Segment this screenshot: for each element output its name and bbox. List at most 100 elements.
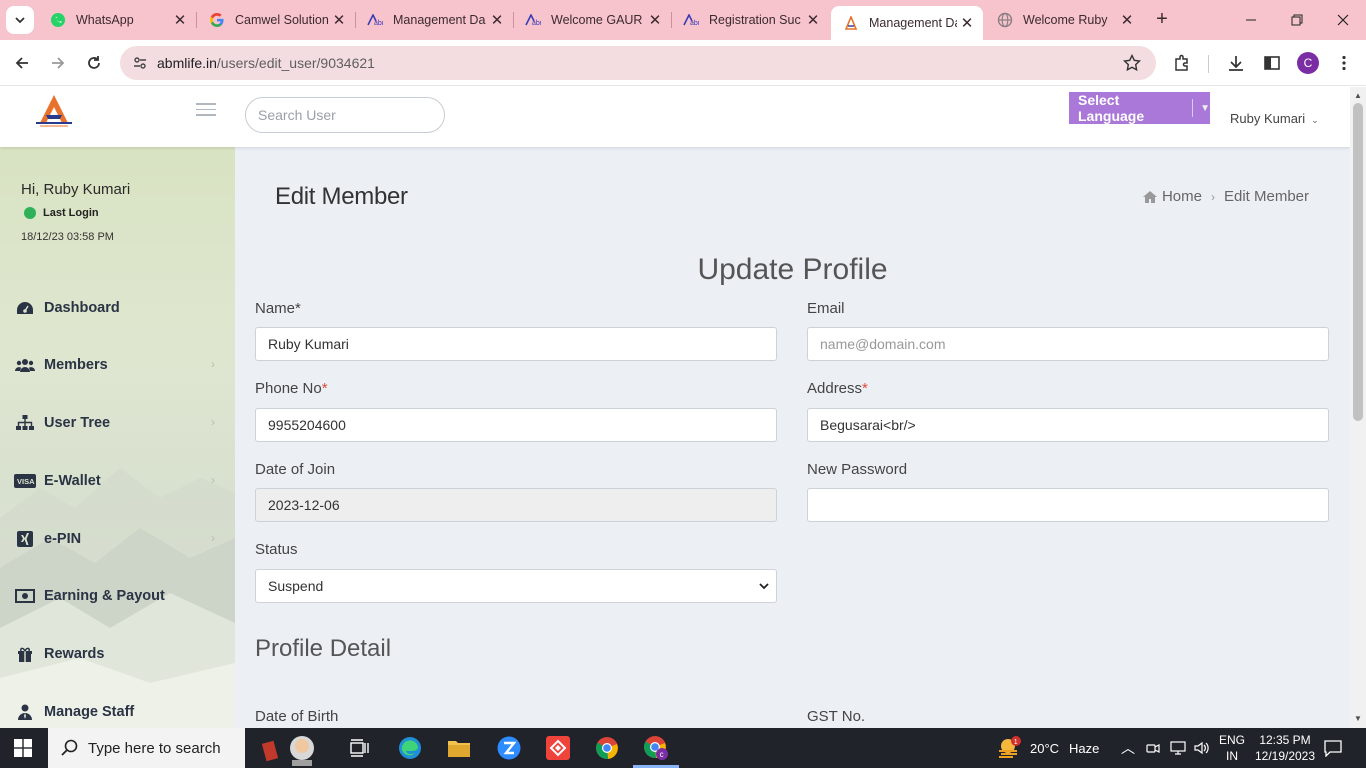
downloads-button[interactable] — [1222, 49, 1250, 77]
close-tab-icon[interactable]: ✕ — [957, 14, 977, 32]
taskbar-search-box[interactable]: Type here to search — [48, 728, 245, 768]
scrollbar-thumb[interactable] — [1353, 103, 1363, 421]
notifications-button[interactable] — [1324, 728, 1342, 768]
email-input[interactable] — [807, 327, 1329, 361]
tab-search-button[interactable] — [6, 6, 34, 34]
browser-tab-camwel[interactable]: Camwel Solution ✕ — [197, 0, 355, 40]
browser-menu-button[interactable] — [1330, 49, 1358, 77]
chevron-right-icon: › — [211, 531, 215, 545]
taskbar-file-explorer[interactable] — [444, 733, 474, 763]
windows-start-button[interactable] — [8, 733, 38, 763]
address-label-text: Address — [807, 380, 863, 397]
phone-input[interactable] — [255, 408, 777, 442]
sidebar-item-manage-staff[interactable]: Manage Staff — [0, 695, 235, 728]
profile-detail-title: Profile Detail — [255, 635, 392, 662]
profile-avatar[interactable]: C — [1297, 52, 1319, 74]
date-of-birth-label: Date of Birth — [255, 708, 339, 725]
name-input[interactable] — [255, 327, 777, 361]
scroll-down-icon[interactable]: ▼ — [1350, 712, 1366, 726]
sidebar-item-label: e-PIN — [44, 531, 82, 547]
browser-tab-bar: WhatsApp ✕ Camwel Solution ✕ abm Managem… — [0, 0, 1366, 40]
browser-tab-welcome-gaur[interactable]: abm Welcome GAUR ✕ — [513, 0, 671, 40]
divider — [1192, 99, 1194, 117]
tab-title: WhatsApp — [76, 13, 134, 27]
address-bar[interactable]: abmlife.in/users/edit_user/9034621 — [120, 46, 1156, 80]
chevron-down-icon — [759, 583, 769, 590]
tab-title: Camwel Solution — [235, 13, 329, 27]
taskbar-clock[interactable]: 12:35 PM 12/19/2023 — [1252, 728, 1318, 768]
sidebar-item-rewards[interactable]: Rewards — [0, 637, 235, 671]
browser-tab-whatsapp[interactable]: WhatsApp ✕ — [38, 0, 196, 40]
google-icon — [209, 12, 225, 28]
sidebar-item-e-pin[interactable]: e-PIN › — [0, 522, 235, 556]
sidebar-item-earning-payout[interactable]: Earning & Payout — [0, 579, 235, 613]
network-icon[interactable] — [1169, 740, 1187, 756]
taskbar-edge[interactable] — [395, 733, 425, 763]
svg-text:abm: abm — [532, 20, 541, 26]
required-asterisk: * — [862, 380, 868, 397]
taskbar-zoom[interactable] — [494, 733, 524, 763]
notification-icon — [1324, 740, 1342, 757]
email-label: Email — [807, 300, 845, 317]
meet-now-icon[interactable] — [1145, 740, 1161, 756]
user-account-menu[interactable]: Ruby Kumari ⌄ — [1230, 111, 1319, 126]
back-button[interactable] — [8, 49, 36, 77]
hamburger-menu-icon[interactable] — [196, 103, 216, 117]
sidebar-item-user-tree[interactable]: User Tree › — [0, 406, 235, 440]
select-language-button[interactable]: Select Language ▼ — [1069, 92, 1210, 124]
chevron-right-icon: › — [211, 357, 215, 371]
browser-tab-management[interactable]: abm Management Da ✕ — [355, 0, 513, 40]
reload-button[interactable] — [80, 49, 108, 77]
close-tab-icon[interactable]: ✕ — [329, 11, 349, 29]
scroll-up-icon[interactable]: ▲ — [1350, 89, 1366, 103]
browser-tab-management-active[interactable]: Management Da ✕ — [831, 6, 983, 40]
extensions-button[interactable] — [1168, 49, 1196, 77]
forward-button[interactable] — [44, 49, 72, 77]
mountain-background-image — [0, 468, 235, 728]
search-user-input[interactable] — [245, 97, 445, 133]
kebab-menu-icon — [1342, 55, 1346, 71]
status-select[interactable]: Suspend — [255, 569, 777, 603]
close-tab-icon[interactable]: ✕ — [1117, 11, 1137, 29]
star-bookmark-icon[interactable] — [1123, 54, 1141, 72]
taskbar-chrome-profile[interactable]: c — [641, 733, 671, 763]
new-password-input[interactable] — [807, 488, 1329, 522]
sidebar-item-label: Earning & Payout — [44, 588, 165, 604]
breadcrumb-home-link[interactable]: Home — [1162, 188, 1202, 205]
browser-tab-registration[interactable]: abm Registration Suc ✕ — [671, 0, 829, 40]
site-info-icon[interactable] — [132, 55, 148, 71]
page-title: Edit Member — [275, 183, 408, 210]
edge-icon — [399, 737, 421, 759]
volume-icon[interactable] — [1193, 740, 1211, 756]
last-login-row: Last Login — [21, 207, 130, 219]
weather-temperature: 20°C — [1030, 740, 1060, 756]
restore-button[interactable] — [1274, 0, 1320, 40]
close-tab-icon[interactable]: ✕ — [487, 11, 507, 29]
user-menu-name: Ruby Kumari — [1230, 111, 1306, 126]
page-scrollbar[interactable]: ▲ ▼ — [1350, 87, 1366, 728]
sidebar-item-dashboard[interactable]: Dashboard — [0, 291, 235, 325]
close-tab-icon[interactable]: ✕ — [645, 11, 665, 29]
input-language-indicator[interactable]: ENG IN — [1219, 728, 1245, 768]
close-tab-icon[interactable]: ✕ — [803, 11, 823, 29]
task-view-button[interactable] — [345, 733, 375, 763]
close-tab-icon[interactable]: ✕ — [170, 11, 190, 29]
taskbar-chrome[interactable] — [592, 733, 622, 763]
weather-alert-badge: 1 — [1014, 739, 1018, 746]
last-login-label: Last Login — [43, 207, 99, 219]
taskbar-anydesk[interactable] — [543, 733, 573, 763]
browser-tab-welcome-ruby[interactable]: Welcome Ruby ✕ — [985, 0, 1143, 40]
close-window-button[interactable] — [1320, 0, 1366, 40]
tray-icons: ︿ — [1121, 728, 1211, 768]
new-tab-button[interactable]: + — [1150, 8, 1174, 32]
abm-logo[interactable] — [34, 93, 74, 129]
sidebar-item-e-wallet[interactable]: VISA E-Wallet › — [0, 464, 235, 498]
minimize-button[interactable] — [1228, 0, 1274, 40]
sidebar-item-members[interactable]: Members › — [0, 348, 235, 382]
gift-icon — [0, 646, 44, 662]
show-hidden-icons-icon[interactable]: ︿ — [1121, 738, 1135, 758]
weather-widget[interactable]: 1 20°C Haze — [996, 728, 1099, 768]
address-input[interactable] — [807, 408, 1329, 442]
side-panel-button[interactable] — [1258, 49, 1286, 77]
user-panel: Hi, Ruby Kumari Last Login 18/12/23 03:5… — [21, 181, 130, 243]
